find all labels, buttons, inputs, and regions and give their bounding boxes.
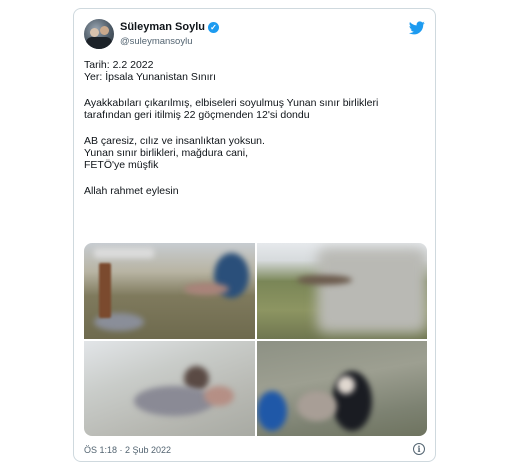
- author-handle[interactable]: @suleymansoylu: [120, 36, 192, 47]
- tweet-body-line: Ayakkabıları çıkarılmış, elbiseleri soyu…: [84, 97, 379, 121]
- photo-1[interactable]: [84, 243, 255, 339]
- photo-4[interactable]: [256, 340, 427, 436]
- tweet-line-3: FETÖ'ye müşfik: [84, 159, 159, 171]
- verified-badge-icon: ✓: [207, 21, 219, 33]
- author-avatar[interactable]: [84, 19, 114, 49]
- tweet-closing-line: Allah rahmet eylesin: [84, 185, 179, 197]
- tweet-line-2: Yunan sınır birlikleri, mağdura cani,: [84, 147, 248, 159]
- tweet-card: Süleyman Soylu ✓ @suleymansoylu Tarih: 2…: [73, 8, 436, 462]
- tweet-place-line: Yer: İpsala Yunanistan Sınırı: [84, 71, 216, 83]
- twitter-bird-icon[interactable]: [409, 21, 425, 35]
- photo-3[interactable]: [84, 340, 255, 436]
- photo-2[interactable]: [256, 243, 427, 339]
- tweet-timestamp[interactable]: ÖS 1:18 · 2 Şub 2022: [84, 445, 171, 455]
- photo-grid: [84, 243, 427, 436]
- tweet-text: Tarih: 2.2 2022 Yer: İpsala Yunanistan S…: [84, 59, 424, 197]
- tweet-line-1: AB çaresiz, cılız ve insanlıktan yoksun.: [84, 135, 265, 147]
- info-icon[interactable]: i: [413, 443, 425, 455]
- author-name-row[interactable]: Süleyman Soylu ✓: [120, 21, 219, 33]
- author-name[interactable]: Süleyman Soylu: [120, 21, 205, 33]
- tweet-date-line: Tarih: 2.2 2022: [84, 59, 154, 71]
